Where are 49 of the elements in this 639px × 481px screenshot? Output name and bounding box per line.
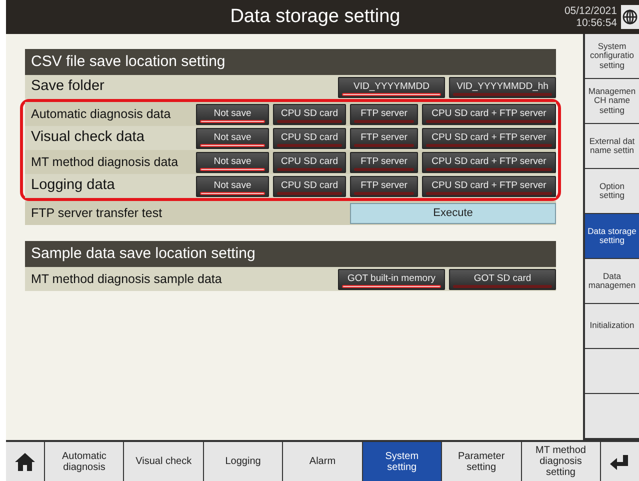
nav-tab[interactable]: System setting bbox=[362, 442, 442, 481]
nav-tab[interactable]: MT method diagnosis setting bbox=[522, 442, 600, 481]
section-header: Sample data save location setting bbox=[25, 241, 556, 267]
side-menu-button[interactable]: Data storage setting bbox=[585, 214, 639, 258]
row-label: MT method diagnosis data bbox=[31, 154, 180, 171]
nav-tab[interactable]: Alarm bbox=[283, 442, 362, 481]
option-button[interactable]: VID_YYYYMMDD_hh bbox=[449, 76, 556, 98]
option-button[interactable]: Not save bbox=[196, 152, 269, 172]
row-label: Save folder bbox=[31, 77, 106, 96]
option-button[interactable]: CPU SD card bbox=[273, 128, 346, 148]
option-button[interactable]: Not save bbox=[196, 104, 269, 124]
side-menu-button[interactable]: System configuratio setting bbox=[585, 34, 639, 78]
date-text: 05/12/2021 bbox=[564, 4, 617, 17]
side-menu-button[interactable]: Managemen CH name setting bbox=[585, 79, 639, 123]
option-button[interactable]: Not save bbox=[196, 176, 269, 196]
nav-tab[interactable]: Parameter setting bbox=[442, 442, 521, 481]
option-button[interactable]: CPU SD card + FTP server bbox=[422, 128, 556, 148]
side-menu-button[interactable]: Data managemen bbox=[585, 259, 639, 303]
side-menu-button[interactable]: External dat name settin bbox=[585, 124, 639, 168]
globe-icon[interactable] bbox=[621, 5, 639, 29]
row-label: Logging data bbox=[31, 176, 116, 196]
option-button[interactable]: CPU SD card bbox=[273, 152, 346, 172]
home-icon[interactable] bbox=[6, 442, 44, 481]
option-button[interactable]: CPU SD card + FTP server bbox=[422, 104, 556, 124]
nav-tab[interactable]: Logging bbox=[204, 442, 282, 481]
row-label: Automatic diagnosis data bbox=[31, 106, 172, 123]
option-button[interactable]: CPU SD card bbox=[273, 176, 346, 196]
option-button[interactable]: VID_YYYYMMDD bbox=[338, 76, 445, 98]
option-button[interactable]: FTP server bbox=[350, 176, 418, 196]
nav-tab[interactable]: Visual check bbox=[124, 442, 203, 481]
side-menu-button[interactable]: Option setting bbox=[585, 169, 639, 213]
row-label: MT method diagnosis sample data bbox=[31, 270, 223, 288]
section-header: CSV file save location setting bbox=[25, 49, 556, 75]
option-button[interactable]: FTP server bbox=[350, 128, 418, 148]
option-button[interactable]: Not save bbox=[196, 128, 269, 148]
option-button[interactable]: CPU SD card + FTP server bbox=[422, 152, 556, 172]
option-button[interactable]: FTP server bbox=[350, 104, 418, 124]
option-button[interactable]: CPU SD card + FTP server bbox=[422, 176, 556, 196]
row-label: FTP server transfer test bbox=[31, 204, 164, 222]
option-button[interactable]: GOT SD card bbox=[449, 268, 556, 290]
side-menu-button[interactable]: Initialization bbox=[585, 304, 639, 348]
row-label: Visual check data bbox=[31, 128, 146, 148]
execute-button[interactable]: Execute bbox=[350, 202, 556, 224]
time-text: 10:56:54 bbox=[575, 17, 617, 30]
option-button[interactable]: GOT built-in memory bbox=[338, 268, 445, 290]
option-button[interactable]: FTP server bbox=[350, 152, 418, 172]
option-button[interactable]: CPU SD card bbox=[273, 104, 346, 124]
screen-title: Data storage setting bbox=[229, 4, 402, 29]
nav-tab[interactable]: Automatic diagnosis bbox=[45, 442, 124, 481]
